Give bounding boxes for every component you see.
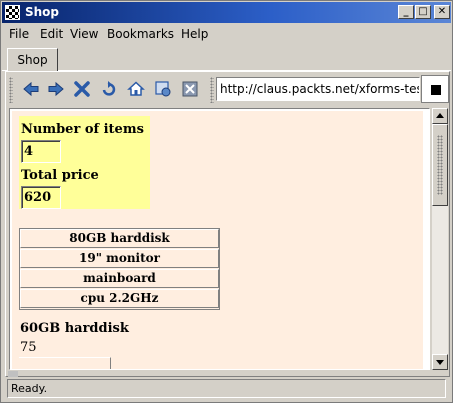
total-price-field[interactable]: 620 <box>21 186 61 209</box>
menu-help[interactable]: Help <box>181 27 208 41</box>
items-count-field[interactable]: 4 <box>21 140 61 163</box>
toolbar-grip[interactable] <box>9 77 13 103</box>
home-icon[interactable] <box>127 80 145 98</box>
scroll-thumb[interactable] <box>432 124 448 206</box>
title-bar: Shop _ □ ✕ <box>2 2 451 23</box>
url-input[interactable]: http://claus.packts.net/xforms-test-su <box>216 77 420 101</box>
order-summary: Number of items 4 Total price 620 <box>19 116 150 209</box>
page-document: Number of items 4 Total price 620 80GB h… <box>12 111 423 369</box>
item-button-mainboard[interactable]: mainboard <box>20 269 219 288</box>
forward-icon[interactable] <box>47 80 65 98</box>
selected-item-name: 60GB harddisk <box>20 321 129 336</box>
total-price-label: Total price <box>21 168 99 183</box>
resize-grip[interactable] <box>8 371 18 377</box>
page-viewport[interactable]: Number of items 4 Total price 620 80GB h… <box>9 108 430 370</box>
items-count-label: Number of items <box>21 122 144 137</box>
status-bar: Ready. <box>7 379 446 398</box>
browser-window: Shop _ □ ✕ File Edit View Bookmarks Help… <box>0 0 453 403</box>
minimize-button[interactable]: _ <box>398 5 414 19</box>
tab-strip: Shop <box>2 45 451 72</box>
menu-view[interactable]: View <box>70 27 98 41</box>
chevron-up-icon <box>436 113 444 118</box>
app-icon <box>5 5 20 20</box>
url-toolbar-grip[interactable] <box>210 77 214 103</box>
navigation-toolbar: http://claus.packts.net/xforms-test-su <box>6 72 449 106</box>
throbber-square-icon <box>431 85 441 95</box>
item-button-monitor[interactable]: 19" monitor <box>20 249 219 268</box>
tab-shop[interactable]: Shop <box>7 48 58 72</box>
close-tab-icon[interactable] <box>181 80 199 98</box>
close-button[interactable]: ✕ <box>434 5 450 19</box>
menu-edit[interactable]: Edit <box>40 27 63 41</box>
partial-control[interactable] <box>19 357 111 369</box>
selected-item-price: 75 <box>20 340 37 355</box>
menu-bar: File Edit View Bookmarks Help <box>2 24 451 44</box>
vertical-scrollbar[interactable] <box>432 108 448 370</box>
scroll-down-button[interactable] <box>432 354 448 370</box>
stop-icon[interactable] <box>73 80 91 98</box>
maximize-button[interactable]: □ <box>415 5 431 19</box>
scroll-up-button[interactable] <box>432 108 448 124</box>
reload-icon[interactable] <box>100 80 118 98</box>
menu-file[interactable]: File <box>9 27 29 41</box>
browser-panel: http://claus.packts.net/xforms-test-su N… <box>5 71 450 377</box>
window-title: Shop <box>25 5 60 19</box>
back-icon[interactable] <box>22 80 40 98</box>
item-button-harddisk[interactable]: 80GB harddisk <box>20 229 219 248</box>
chevron-down-icon <box>436 360 444 365</box>
activity-indicator <box>421 75 449 103</box>
menu-bookmarks[interactable]: Bookmarks <box>107 27 174 41</box>
item-button-cpu[interactable]: cpu 2.2GHz <box>20 289 219 308</box>
save-icon[interactable] <box>154 80 172 98</box>
